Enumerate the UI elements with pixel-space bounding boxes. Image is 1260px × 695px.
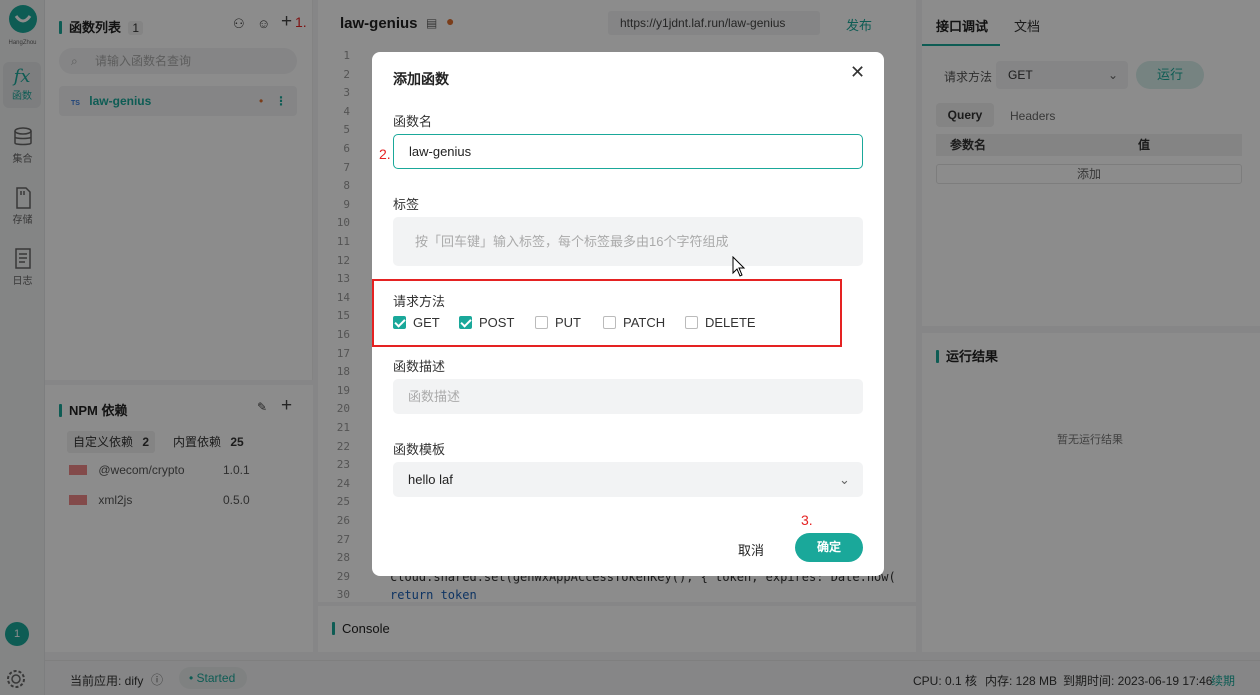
cancel-button[interactable]: 取消 <box>738 540 764 559</box>
highlight-box <box>372 279 842 347</box>
tag-label: 标签 <box>393 197 420 212</box>
name-label: 函数名 <box>393 114 433 129</box>
modal-title: 添加函数 <box>393 71 449 87</box>
confirm-button[interactable]: 确定 <box>795 533 863 562</box>
annotation-2: 2. <box>379 146 391 162</box>
function-name-input[interactable]: law-genius <box>393 134 863 169</box>
desc-input[interactable]: 函数描述 <box>393 379 863 414</box>
chevron-down-icon: ⌄ <box>839 472 850 487</box>
desc-label: 函数描述 <box>393 359 446 374</box>
annotation-3: 3. <box>801 512 813 528</box>
tag-input[interactable]: 按「回车键」输入标签，每个标签最多由16个字符组成 <box>393 217 863 266</box>
template-label: 函数模板 <box>393 442 446 457</box>
template-value: hello laf <box>408 472 453 487</box>
mouse-cursor-icon <box>732 256 746 277</box>
close-icon[interactable]: ✕ <box>850 62 865 83</box>
template-select[interactable]: hello laf ⌄ <box>393 462 863 497</box>
